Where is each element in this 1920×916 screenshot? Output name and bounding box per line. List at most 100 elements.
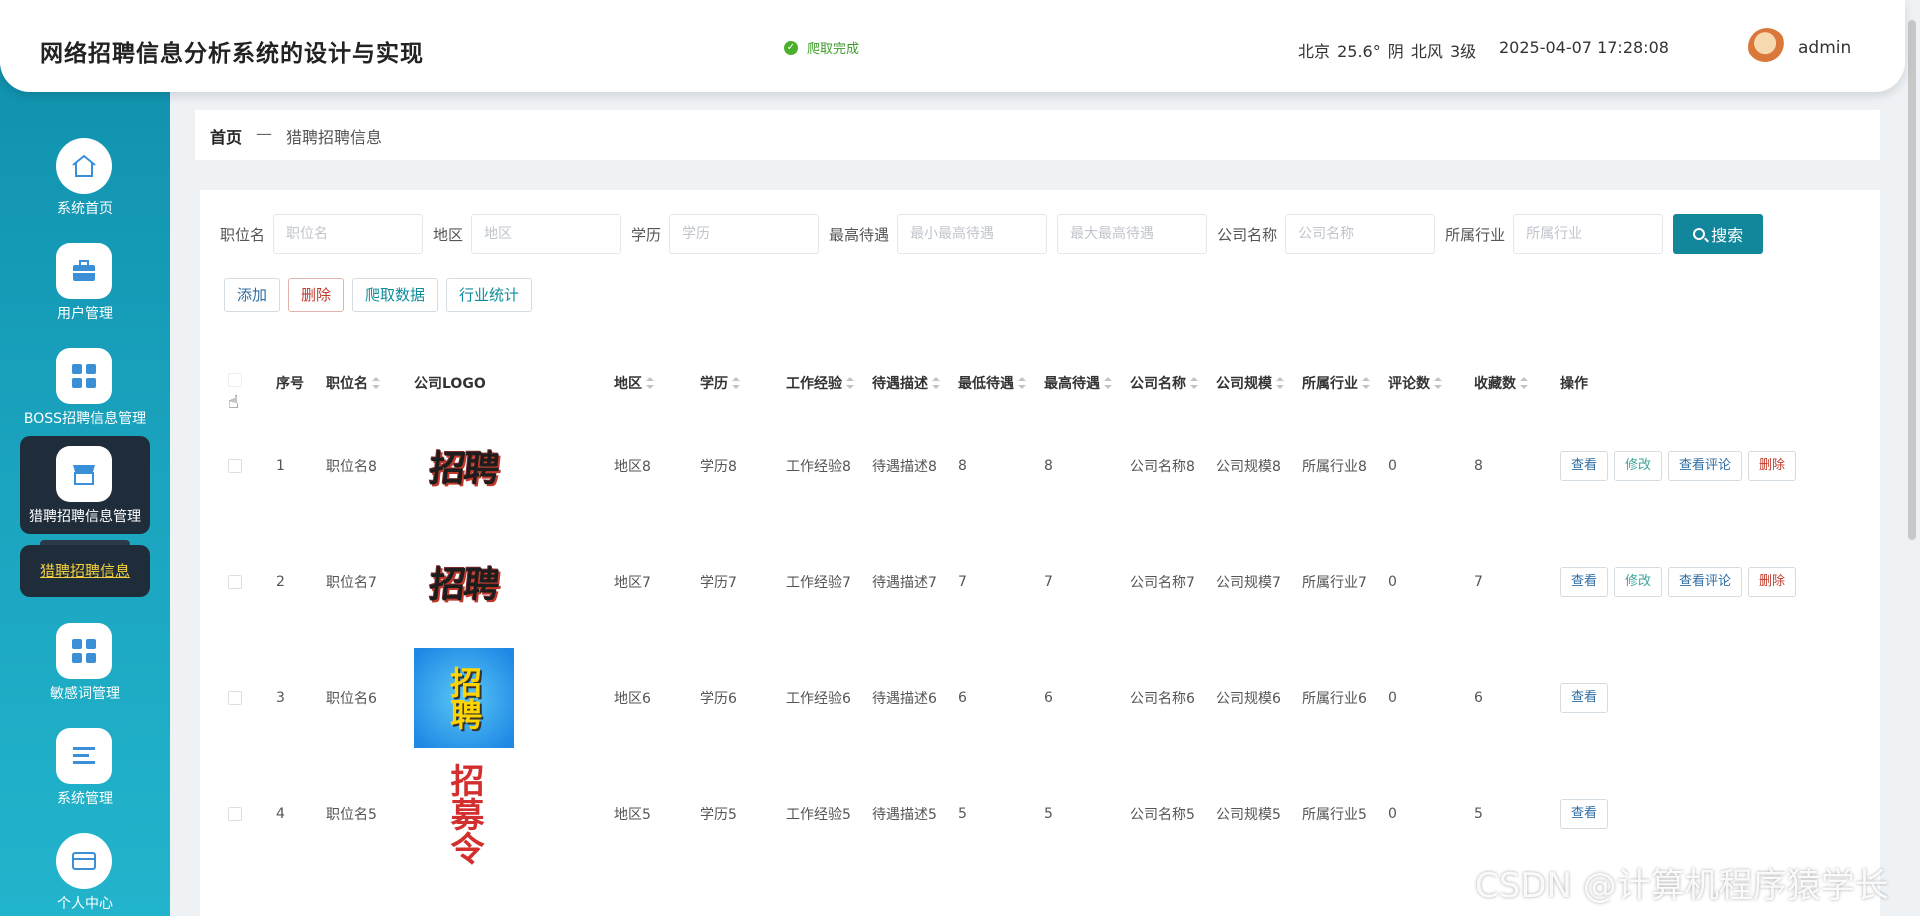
sort-icon: [1190, 377, 1198, 389]
table-row: 3 职位名6 招聘 地区6 学历6 工作经验6 待遇描述6 6 6 公司名称6 …: [220, 640, 1880, 756]
pointer-cursor-icon: ☝: [228, 392, 239, 413]
cell-edu: 学历6: [700, 691, 737, 707]
header-comments[interactable]: 评论数: [1388, 373, 1442, 393]
cell-size: 公司规模8: [1216, 459, 1281, 475]
cell-desc: 待遇描述8: [872, 459, 937, 475]
row-checkbox[interactable]: [228, 756, 242, 872]
salary-min-input[interactable]: 最小最高待遇: [897, 214, 1048, 254]
header-favs[interactable]: 收藏数: [1474, 373, 1528, 393]
view-reviews-button[interactable]: 查看评论: [1668, 451, 1743, 481]
sidebar-item-boss[interactable]: BOSS招聘信息管理: [20, 338, 150, 436]
cell-ops: 查看 修改 查看评论 删除: [1560, 524, 1797, 640]
view-reviews-button[interactable]: 查看评论: [1668, 567, 1743, 597]
row-checkbox[interactable]: [228, 408, 242, 524]
crawl-button[interactable]: 爬取数据: [352, 278, 439, 312]
header-index: 序号: [276, 376, 304, 392]
sort-icon: [1434, 377, 1442, 389]
view-button[interactable]: 查看: [1560, 799, 1609, 829]
company-input[interactable]: 公司名称: [1285, 214, 1436, 254]
edit-button[interactable]: 修改: [1614, 451, 1663, 481]
logo-text: 招募令: [444, 763, 484, 865]
header-industry[interactable]: 所属行业: [1302, 373, 1370, 393]
row-checkbox[interactable]: [228, 524, 242, 640]
breadcrumb-separator: —: [256, 124, 273, 143]
view-button[interactable]: 查看: [1560, 567, 1609, 597]
cell-job: 职位名7: [326, 575, 377, 591]
sidebar-subitem-liepin-info[interactable]: 猎聘招聘信息: [20, 545, 150, 597]
sidebar-item-label: 猎聘招聘信息管理: [29, 509, 141, 525]
header-area[interactable]: 地区: [614, 373, 654, 393]
watermark: CSDN @计算机程序猿学长: [1475, 866, 1889, 906]
top-header: 网络招聘信息分析系统的设计与实现 ✓ 爬取完成 北京 25.6° 阴 北风 3级…: [0, 0, 1905, 92]
header-checkbox[interactable]: [228, 373, 242, 387]
cell-job: 职位名8: [326, 459, 377, 475]
cell-company: 公司名称6: [1130, 691, 1195, 707]
cell-exp: 工作经验5: [786, 807, 851, 823]
username[interactable]: admin: [1798, 38, 1851, 58]
industry-input[interactable]: 所属行业: [1513, 214, 1664, 254]
search-form: 职位名 职位名 地区 地区 学历 学历 最高待遇 最小最高待遇 最大最高待遇 公…: [220, 214, 1764, 254]
sort-icon: [646, 377, 654, 389]
cell-desc: 待遇描述7: [872, 575, 937, 591]
cell-ops: 查看 修改 查看评论 删除: [1560, 408, 1797, 524]
sidebar-item-home[interactable]: 系统首页: [20, 128, 150, 226]
sort-icon: [1276, 377, 1284, 389]
home-icon: [56, 138, 112, 194]
add-button[interactable]: 添加: [224, 278, 281, 312]
cell-min: 6: [958, 690, 967, 706]
cell-min: 7: [958, 574, 967, 590]
sidebar-item-sensitive[interactable]: 敏感词管理: [20, 613, 150, 711]
header-company[interactable]: 公司名称: [1130, 373, 1198, 393]
avatar[interactable]: [1748, 28, 1786, 66]
search-button-label: 搜索: [1711, 226, 1744, 245]
briefcase-icon: [56, 243, 112, 299]
cell-index: 3: [276, 690, 285, 706]
grid-icon: [56, 623, 112, 679]
sidebar-item-label: 系统管理: [57, 791, 113, 807]
crawl-status: ✓ 爬取完成: [784, 38, 859, 57]
cell-favs: 7: [1474, 574, 1483, 590]
header-size[interactable]: 公司规模: [1216, 373, 1284, 393]
industry-label: 所属行业: [1445, 225, 1506, 244]
cell-comments: 0: [1388, 458, 1397, 474]
salary-max-input[interactable]: 最大最高待遇: [1057, 214, 1208, 254]
vertical-scrollbar[interactable]: [1908, 20, 1916, 540]
header-edu[interactable]: 学历: [700, 373, 740, 393]
edu-label: 学历: [631, 225, 662, 244]
row-delete-button[interactable]: 删除: [1748, 451, 1797, 481]
sidebar-item-label: 个人中心: [57, 896, 113, 912]
header-min[interactable]: 最低待遇: [958, 373, 1026, 393]
breadcrumb: 首页 — 猎聘招聘信息: [210, 124, 382, 148]
edu-input[interactable]: 学历: [669, 214, 820, 254]
breadcrumb-current: 猎聘招聘信息: [286, 128, 383, 147]
delete-button[interactable]: 删除: [288, 278, 345, 312]
cell-area: 地区7: [614, 575, 651, 591]
header-max[interactable]: 最高待遇: [1044, 373, 1112, 393]
view-button[interactable]: 查看: [1560, 683, 1609, 713]
row-delete-button[interactable]: 删除: [1748, 567, 1797, 597]
sidebar-item-label: 敏感词管理: [50, 686, 120, 702]
edit-button[interactable]: 修改: [1614, 567, 1663, 597]
app-root: 系统首页 用户管理 BOSS招聘信息管理 猎聘招聘信息管理 猎聘招聘信息 敏感词…: [0, 0, 1920, 916]
cell-index: 4: [276, 806, 285, 822]
header-ops: 操作: [1560, 376, 1588, 392]
area-input[interactable]: 地区: [471, 214, 622, 254]
sidebar-item-liepin[interactable]: 猎聘招聘信息管理: [20, 436, 150, 534]
search-button[interactable]: 搜索: [1673, 214, 1764, 254]
sidebar-item-label: 系统首页: [57, 201, 113, 217]
header-exp[interactable]: 工作经验: [786, 373, 854, 393]
breadcrumb-home[interactable]: 首页: [210, 124, 242, 148]
header-job[interactable]: 职位名: [326, 373, 380, 393]
row-checkbox[interactable]: [228, 640, 242, 756]
sidebar-item-profile[interactable]: 个人中心: [20, 823, 150, 916]
cell-min: 8: [958, 458, 967, 474]
view-button[interactable]: 查看: [1560, 451, 1609, 481]
sort-icon: [1104, 377, 1112, 389]
industry-stats-button[interactable]: 行业统计: [446, 278, 533, 312]
sort-icon: [1520, 377, 1528, 389]
sidebar-item-system[interactable]: 系统管理: [20, 718, 150, 816]
job-input[interactable]: 职位名: [273, 214, 424, 254]
sidebar-item-users[interactable]: 用户管理: [20, 233, 150, 331]
header-desc[interactable]: 待遇描述: [872, 373, 940, 393]
breadcrumb-bar: 首页 — 猎聘招聘信息: [195, 110, 1880, 160]
